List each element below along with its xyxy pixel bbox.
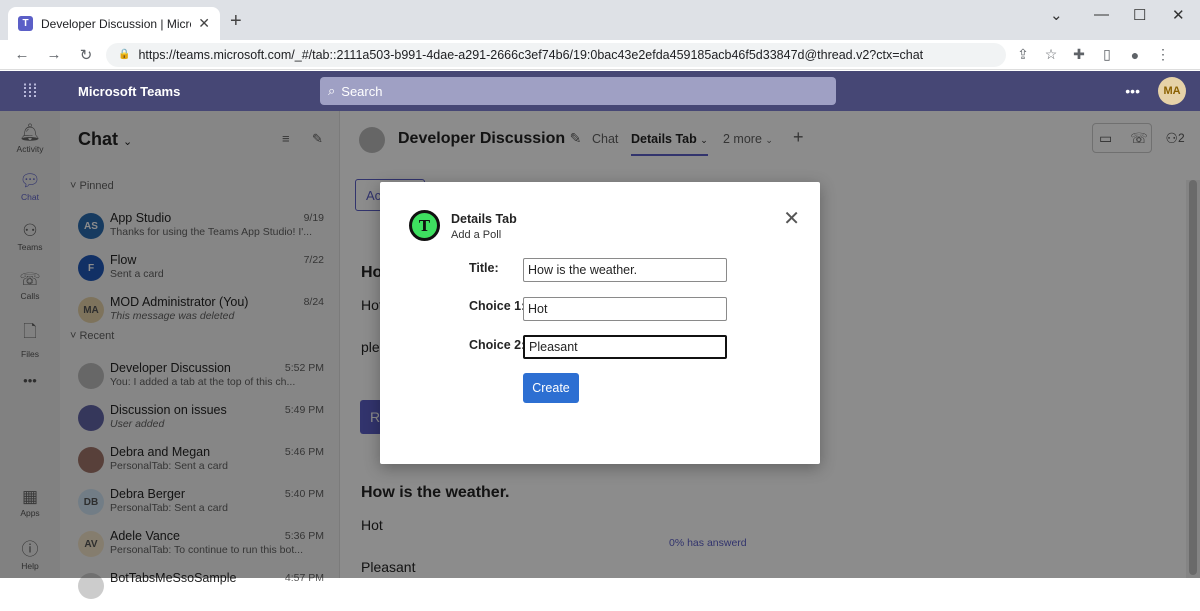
search-input[interactable]: ⌕ Search bbox=[320, 77, 836, 105]
forward-icon[interactable]: → bbox=[44, 46, 64, 63]
new-tab-icon[interactable]: + bbox=[230, 10, 242, 33]
lock-icon: 🔒 bbox=[118, 49, 131, 60]
choice2-field[interactable] bbox=[523, 335, 727, 359]
address-bar[interactable]: 🔒 https://teams.microsoft.com/_#/tab::21… bbox=[106, 42, 1006, 67]
maximize-window-icon[interactable]: ☐ bbox=[1133, 6, 1146, 24]
create-button[interactable]: Create bbox=[523, 373, 579, 403]
back-icon[interactable]: ← bbox=[12, 46, 32, 63]
app-launcher-icon[interactable]: ⁞⁞⁞ bbox=[0, 81, 60, 102]
profile-icon[interactable]: ● bbox=[1124, 47, 1146, 63]
search-icon: ⌕ bbox=[328, 83, 336, 98]
chevron-down-icon[interactable]: ⌄ bbox=[1050, 6, 1063, 24]
avatar[interactable]: MA bbox=[1158, 77, 1186, 105]
teams-favicon-icon: T bbox=[18, 16, 33, 31]
bookmark-star-icon[interactable]: ☆ bbox=[1040, 46, 1062, 63]
browser-tab-title: Developer Discussion | Microsoft Teams bbox=[41, 16, 191, 31]
teams-app-bar: ⁞⁞⁞ Microsoft Teams ⌕ Search ••• MA bbox=[0, 71, 1200, 111]
extensions-icon[interactable]: ✚ bbox=[1068, 46, 1090, 63]
choice1-label: Choice 1: bbox=[469, 299, 526, 313]
dialog-subtitle: Add a Poll bbox=[451, 229, 502, 241]
dialog-title: Details Tab bbox=[451, 212, 517, 226]
browser-tab-strip: T Developer Discussion | Microsoft Teams… bbox=[0, 0, 1200, 40]
minimize-window-icon[interactable]: — bbox=[1094, 6, 1109, 23]
close-window-icon[interactable]: ✕ bbox=[1172, 6, 1185, 24]
close-tab-icon[interactable]: ✕ bbox=[198, 15, 210, 32]
browser-toolbar: ← → ↻ 🔒 https://teams.microsoft.com/_#/t… bbox=[0, 40, 1200, 70]
more-options-icon[interactable]: ••• bbox=[1125, 83, 1140, 99]
choice2-label: Choice 2: bbox=[469, 338, 526, 352]
share-icon[interactable]: ⇪ bbox=[1012, 46, 1034, 63]
close-icon[interactable]: ✕ bbox=[783, 206, 800, 231]
search-placeholder: Search bbox=[341, 83, 383, 99]
browser-menu-icon[interactable]: ⋮ bbox=[1152, 46, 1174, 63]
title-field[interactable] bbox=[523, 258, 727, 282]
add-poll-dialog: T Details Tab Add a Poll ✕ Title: Choice… bbox=[380, 182, 820, 464]
app-name: Microsoft Teams bbox=[78, 83, 181, 99]
url-text: https://teams.microsoft.com/_#/tab::2111… bbox=[138, 47, 924, 62]
browser-tab[interactable]: T Developer Discussion | Microsoft Teams… bbox=[8, 7, 220, 40]
app-logo-icon: T bbox=[409, 210, 440, 241]
reload-icon[interactable]: ↻ bbox=[76, 46, 96, 64]
title-label: Title: bbox=[469, 261, 499, 275]
sidepanel-icon[interactable]: ▯ bbox=[1096, 46, 1118, 63]
choice1-field[interactable] bbox=[523, 297, 727, 321]
